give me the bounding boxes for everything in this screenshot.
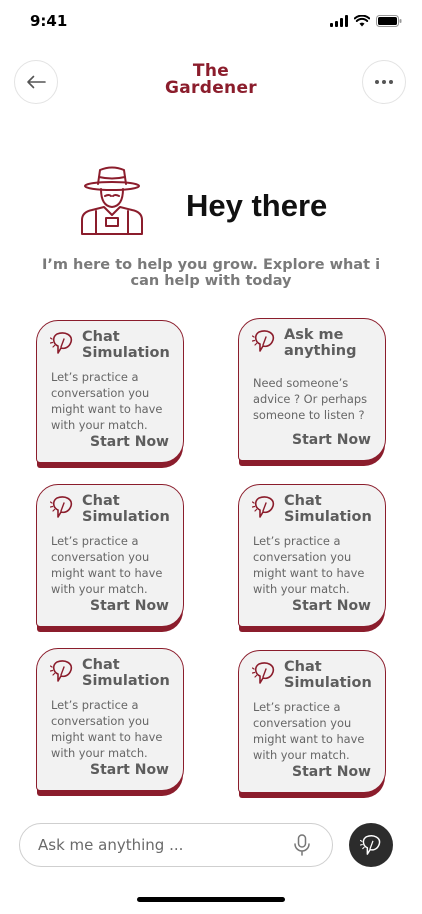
card-chat-simulation-1[interactable]: Chat Simulation Let’s practice a convers…	[36, 320, 184, 463]
card-chat-simulation-5[interactable]: Chat Simulation Let’s practice a convers…	[238, 650, 386, 793]
card-title: Chat Simulation	[82, 329, 170, 361]
hero-title: Hey there	[186, 188, 328, 223]
chat-input[interactable]	[38, 824, 278, 865]
start-now-button[interactable]: Start Now	[90, 598, 169, 614]
card-title: Chat Simulation	[284, 659, 372, 691]
signal-icon	[330, 15, 348, 27]
card-title: Chat Simulation	[284, 493, 372, 525]
send-button[interactable]	[349, 823, 393, 867]
sprout-chat-icon	[252, 662, 275, 684]
start-now-button[interactable]: Start Now	[90, 762, 169, 778]
card-chat-simulation-4[interactable]: Chat Simulation Let’s practice a convers…	[36, 648, 184, 791]
more-horizontal-icon	[375, 80, 393, 84]
sprout-chat-icon	[252, 496, 275, 518]
card-title: Chat Simulation	[82, 657, 170, 689]
sprout-chat-icon	[50, 332, 73, 354]
microphone-icon[interactable]	[292, 834, 312, 856]
card-description: Let’s practice a conversation you might …	[51, 370, 163, 432]
wifi-icon	[354, 15, 370, 27]
hero-subtitle: I’m here to help you grow. Explore what …	[41, 257, 381, 289]
start-now-button[interactable]: Start Now	[292, 432, 371, 448]
start-now-button[interactable]: Start Now	[90, 434, 169, 450]
card-description: Need someone’s advice ? Or perhaps someo…	[253, 376, 368, 422]
status-time: 9:41	[30, 12, 68, 30]
battery-icon	[376, 15, 402, 27]
gardener-avatar-icon	[81, 166, 143, 235]
sprout-chat-icon	[252, 330, 275, 352]
card-chat-simulation-2[interactable]: Chat Simulation Let’s practice a convers…	[36, 484, 184, 627]
status-icons	[330, 15, 402, 27]
more-button[interactable]	[362, 60, 406, 104]
start-now-button[interactable]: Start Now	[292, 598, 371, 614]
sprout-chat-icon	[50, 660, 73, 682]
card-title: Chat Simulation	[82, 493, 170, 525]
card-description: Let’s practice a conversation you might …	[253, 534, 365, 596]
brand-logo: The Gardener	[0, 63, 422, 97]
start-now-button[interactable]: Start Now	[292, 764, 371, 780]
card-description: Let’s practice a conversation you might …	[51, 698, 163, 760]
sprout-chat-icon	[50, 496, 73, 518]
card-description: Let’s practice a conversation you might …	[253, 700, 365, 762]
card-ask-me-anything[interactable]: Ask me anything Need someone’s advice ? …	[238, 318, 386, 461]
brand-line-2: Gardener	[165, 78, 257, 98]
card-title: Ask me anything	[284, 327, 357, 359]
home-indicator[interactable]	[137, 897, 285, 902]
card-description: Let’s practice a conversation you might …	[51, 534, 163, 596]
sprout-chat-icon	[360, 835, 381, 855]
status-bar: 9:41	[0, 0, 422, 44]
card-chat-simulation-3[interactable]: Chat Simulation Let’s practice a convers…	[238, 484, 386, 627]
chat-input-bar	[19, 823, 333, 867]
